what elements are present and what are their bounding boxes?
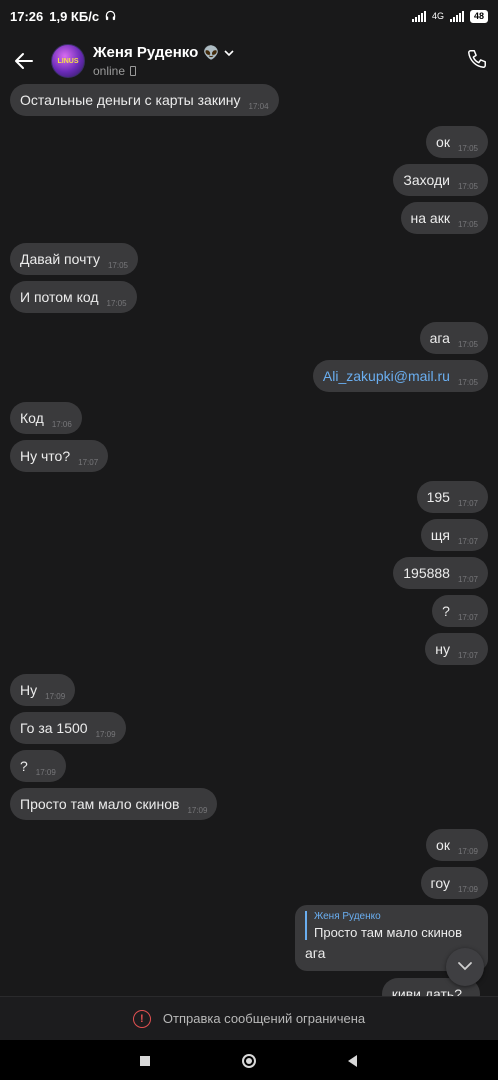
message-outgoing[interactable]: 195888 17:07 bbox=[393, 557, 488, 589]
contact-status: online bbox=[93, 64, 126, 78]
network-type: 4G bbox=[431, 11, 444, 21]
scroll-to-bottom-button[interactable] bbox=[446, 948, 484, 986]
message-outgoing[interactable]: ага 17:05 bbox=[419, 322, 488, 354]
chevron-down-icon bbox=[457, 958, 473, 976]
signal-icon bbox=[411, 10, 426, 22]
message-incoming[interactable]: ? 17:09 bbox=[10, 750, 66, 782]
message-incoming[interactable]: И потом код 17:05 bbox=[10, 281, 137, 313]
message-outgoing[interactable]: ок 17:05 bbox=[426, 126, 488, 158]
recent-apps-button[interactable] bbox=[135, 1051, 155, 1071]
system-nav-bar bbox=[0, 1040, 498, 1080]
quote-author: Женя Руденко bbox=[314, 911, 381, 922]
restriction-text: Отправка сообщений ограничена bbox=[162, 1011, 366, 1026]
warning-icon: ! bbox=[132, 1009, 151, 1028]
phone-call-icon[interactable] bbox=[466, 48, 488, 75]
quoted-message[interactable]: Женя Руденко Просто там мало скинов bbox=[305, 911, 478, 940]
message-outgoing[interactable]: Заходи 17:05 bbox=[393, 164, 488, 196]
signal-icon-2 bbox=[449, 10, 464, 22]
message-outgoing[interactable]: 195 17:07 bbox=[416, 481, 488, 513]
square-icon bbox=[140, 1056, 150, 1066]
home-circle-icon bbox=[242, 1054, 256, 1068]
status-time: 17:26 bbox=[10, 8, 44, 24]
message-outgoing[interactable]: ? 17:07 bbox=[432, 595, 488, 627]
quote-text: Просто там мало скинов bbox=[314, 925, 463, 940]
status-speed: 1,9 КБ/с bbox=[49, 8, 100, 24]
message-incoming[interactable]: Код 17:06 bbox=[10, 402, 82, 434]
back-arrow-icon[interactable] bbox=[0, 37, 48, 85]
message-outgoing[interactable]: гоу 17:09 bbox=[420, 867, 488, 899]
system-back-button[interactable] bbox=[342, 1051, 362, 1071]
chat-header: LINUS Женя Руденко 👽 online bbox=[0, 36, 498, 86]
status-bar: 17:26 1,9 КБ/с 4G 48 bbox=[0, 0, 498, 32]
triangle-back-icon bbox=[347, 1055, 357, 1067]
contact-info[interactable]: Женя Руденко 👽 online bbox=[93, 44, 235, 78]
message-outgoing[interactable]: ну 17:07 bbox=[425, 633, 488, 665]
message-incoming[interactable]: Ну что? 17:07 bbox=[10, 440, 109, 472]
message-outgoing[interactable]: на акк 17:05 bbox=[400, 202, 488, 234]
message-list[interactable]: Остальные деньги с карты закину 17:04 ок 1… bbox=[0, 84, 498, 996]
email-link[interactable]: Ali_zakupki@mail.ru bbox=[323, 368, 450, 384]
message-outgoing[interactable]: щя 17:07 bbox=[420, 519, 488, 551]
battery-icon: 48 bbox=[469, 9, 488, 23]
message-outgoing[interactable]: ок 17:09 bbox=[426, 829, 488, 861]
avatar[interactable]: LINUS bbox=[51, 44, 85, 78]
message-incoming[interactable]: Ну 17:09 bbox=[10, 674, 76, 706]
chevron-down-icon[interactable] bbox=[224, 44, 235, 61]
message-incoming[interactable]: Просто там мало скинов 17:09 bbox=[10, 788, 218, 820]
headphones-icon bbox=[105, 9, 116, 24]
mobile-device-icon bbox=[130, 66, 137, 76]
message-incoming[interactable]: Го за 1500 17:09 bbox=[10, 712, 126, 744]
message-outgoing[interactable]: Ali_zakupki@mail.ru 17:05 bbox=[312, 360, 488, 392]
contact-name: Женя Руденко bbox=[93, 44, 199, 61]
messaging-restricted-bar: ! Отправка сообщений ограничена bbox=[0, 996, 498, 1040]
message-incoming[interactable]: Остальные деньги с карты закину 17:04 bbox=[10, 84, 279, 116]
home-button[interactable] bbox=[239, 1051, 259, 1071]
alien-emoji-icon: 👽 bbox=[203, 44, 220, 60]
message-incoming[interactable]: Давай почту 17:05 bbox=[10, 243, 138, 275]
